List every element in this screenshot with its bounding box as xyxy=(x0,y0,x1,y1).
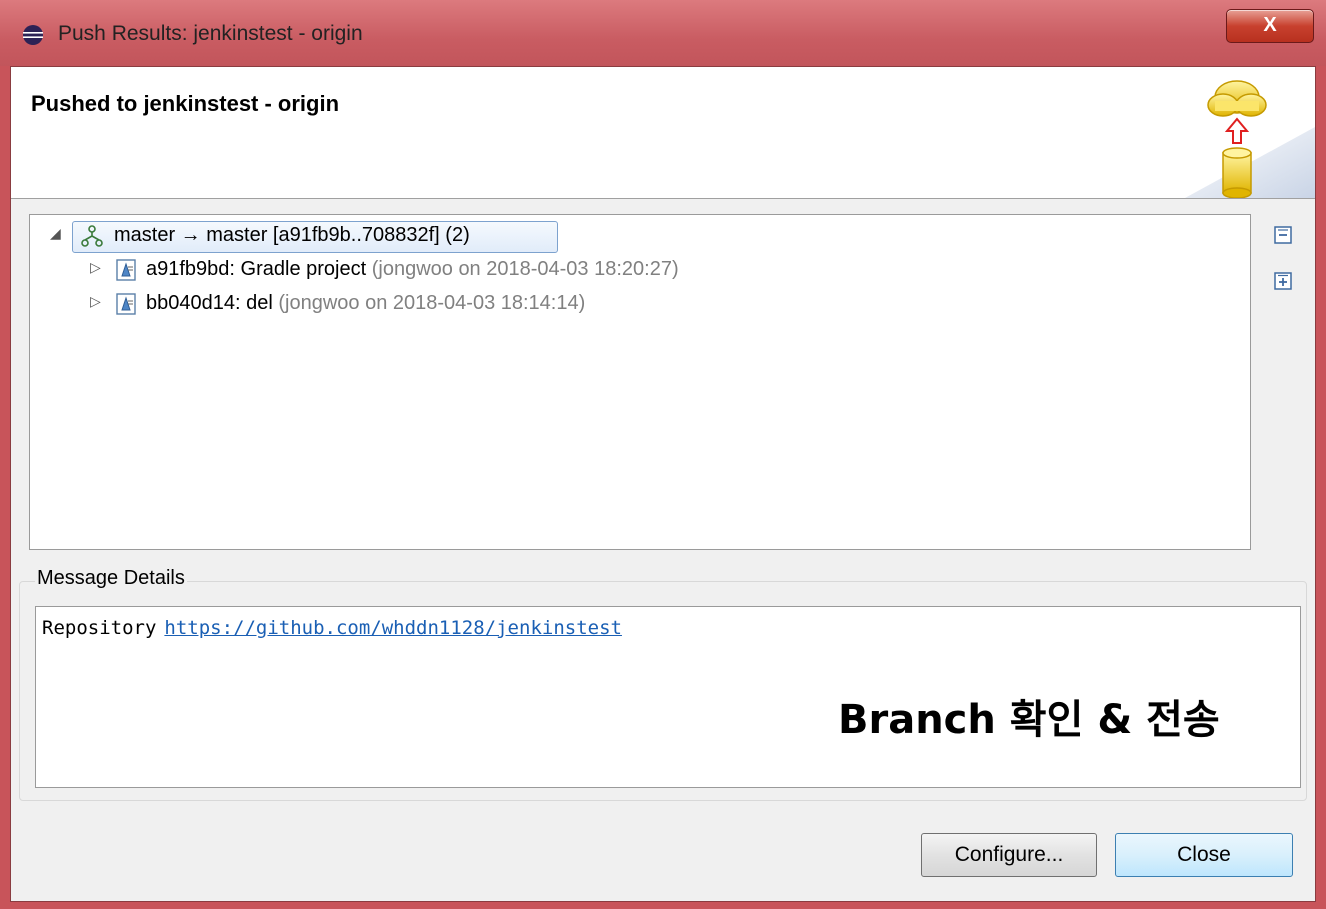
commit-icon xyxy=(116,293,136,315)
branch-icon xyxy=(81,225,103,247)
commit-meta: (jongwoo on 2018-04-03 18:20:27) xyxy=(371,258,679,280)
expanded-triangle-icon[interactable]: ◢ xyxy=(50,225,61,242)
dialog-header: Pushed to jenkinstest - origin xyxy=(11,67,1315,199)
expand-all-icon[interactable] xyxy=(1273,271,1293,291)
tree-item-branch[interactable]: ◢ master → master [a91fb9b..708832f] (2) xyxy=(44,221,564,253)
header-title: Pushed to jenkinstest - origin xyxy=(31,91,340,116)
window-close-button[interactable]: X xyxy=(1226,9,1314,43)
push-to-cloud-icon xyxy=(1185,80,1315,198)
collapsed-triangle-icon[interactable]: ▷ xyxy=(90,293,101,310)
push-result-tree[interactable]: ◢ master → master [a91fb9b..708832f] (2)… xyxy=(29,214,1251,550)
collapsed-triangle-icon[interactable]: ▷ xyxy=(90,259,101,276)
configure-button[interactable]: Configure... xyxy=(921,833,1097,877)
window-title: Push Results: jenkinstest - origin xyxy=(58,22,363,45)
branch-label: master → master [a91fb9b..708832f] (2) xyxy=(114,224,470,246)
commit-label: bb040d14: del (jongwoo on 2018-04-03 18:… xyxy=(146,292,585,315)
commit-label: a91fb9bd: Gradle project (jongwoo on 201… xyxy=(146,258,679,281)
repository-label: Repository xyxy=(42,617,157,639)
repository-line: Repository https://github.com/whddn1128/j… xyxy=(42,617,622,639)
commit-meta: (jongwoo on 2018-04-03 18:14:14) xyxy=(278,292,586,314)
push-results-window: Push Results: jenkinstest - origin X Pus… xyxy=(0,0,1326,909)
close-button[interactable]: Close xyxy=(1115,833,1293,877)
message-details-legend: Message Details xyxy=(35,567,187,590)
annotation-text: Branch 확인 & 전송 xyxy=(838,697,1220,743)
commit-icon xyxy=(116,259,136,281)
commit-title: bb040d14: del xyxy=(146,292,273,314)
repository-link[interactable]: https://github.com/whddn1128/jenkinstest xyxy=(164,617,622,639)
eclipse-icon xyxy=(23,25,43,45)
commit-title: a91fb9bd: Gradle project xyxy=(146,258,367,280)
tree-item-commit[interactable]: ▷ bb040d14: del (jongwoo on 2018-04-03 1… xyxy=(90,289,890,321)
tree-item-commit[interactable]: ▷ a91fb9bd: Gradle project (jongwoo on 2… xyxy=(90,255,890,287)
dialog-client-area: Pushed to jenkinstest - origin ◢ master … xyxy=(10,66,1316,902)
collapse-all-icon[interactable] xyxy=(1273,225,1293,245)
title-bar[interactable]: Push Results: jenkinstest - origin X xyxy=(0,0,1326,66)
